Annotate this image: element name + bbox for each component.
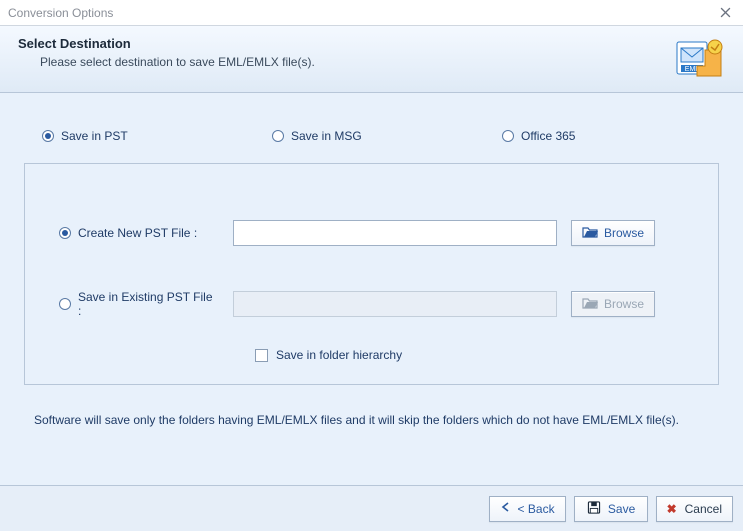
back-button[interactable]: < Back — [489, 496, 566, 522]
eml-file-icon: EML — [675, 36, 725, 80]
radio-dot-icon — [59, 227, 71, 239]
radio-label: Create New PST File : — [78, 226, 197, 240]
radio-dot-icon — [59, 298, 71, 310]
radio-label: Save in Existing PST File : — [78, 290, 219, 318]
radio-dot-icon — [42, 130, 54, 142]
window-title: Conversion Options — [8, 6, 113, 20]
radio-create-new-pst[interactable]: Create New PST File : — [59, 226, 219, 240]
radio-office-365[interactable]: Office 365 — [502, 129, 712, 143]
radio-save-in-msg[interactable]: Save in MSG — [272, 129, 482, 143]
folder-open-icon — [582, 225, 598, 241]
folder-open-icon — [582, 296, 598, 312]
radio-label: Office 365 — [521, 129, 575, 143]
radio-label: Save in MSG — [291, 129, 362, 143]
browse-existing-pst-button: Browse — [571, 291, 655, 317]
checkbox-label: Save in folder hierarchy — [276, 348, 402, 362]
checkbox-folder-hierarchy[interactable] — [255, 349, 268, 362]
close-icon[interactable] — [715, 3, 735, 23]
pst-options-panel: Create New PST File : Browse Save in Exi… — [24, 163, 719, 385]
existing-pst-path-input — [233, 291, 557, 317]
radio-save-in-pst[interactable]: Save in PST — [42, 129, 252, 143]
page-subtitle: Please select destination to save EML/EM… — [40, 55, 315, 69]
arrow-left-icon — [500, 501, 512, 516]
button-label: < Back — [518, 502, 555, 516]
browse-new-pst-button[interactable]: Browse — [571, 220, 655, 246]
cancel-button[interactable]: ✖ Cancel — [656, 496, 733, 522]
radio-existing-pst[interactable]: Save in Existing PST File : — [59, 290, 219, 318]
radio-dot-icon — [502, 130, 514, 142]
info-note: Software will save only the folders havi… — [34, 413, 715, 427]
button-label: Browse — [604, 226, 644, 240]
radio-dot-icon — [272, 130, 284, 142]
button-label: Browse — [604, 297, 644, 311]
save-button[interactable]: Save — [574, 496, 648, 522]
button-label: Save — [608, 502, 635, 516]
save-disk-icon — [586, 501, 602, 517]
create-new-pst-path-input[interactable] — [233, 220, 557, 246]
cancel-x-icon: ✖ — [667, 502, 677, 516]
radio-label: Save in PST — [61, 129, 128, 143]
page-title: Select Destination — [18, 36, 315, 51]
button-label: Cancel — [685, 502, 722, 516]
